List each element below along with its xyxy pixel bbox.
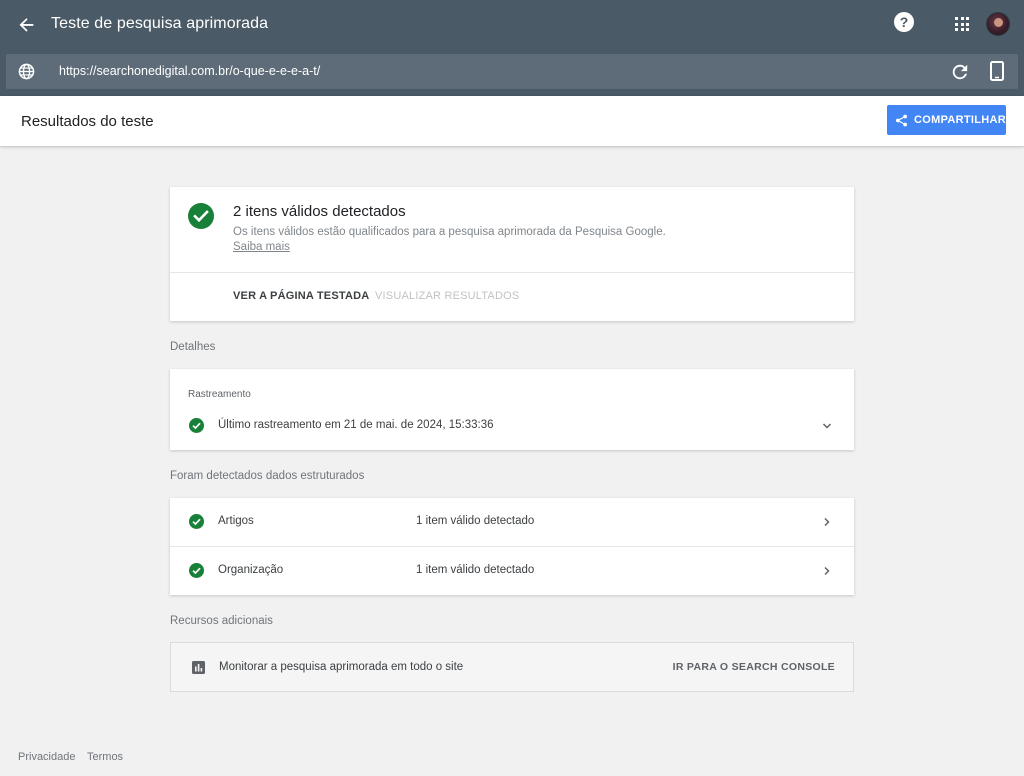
resources-text: Monitorar a pesquisa aprimorada em todo … [219,661,464,673]
privacy-link[interactable]: Privacidade [18,751,75,763]
terms-link[interactable]: Termos [87,751,123,763]
resources-section-label: Recursos adicionais [170,615,273,627]
url-bar: https://searchonedigital.com.br/o-que-e-… [6,54,1018,89]
check-icon [189,418,204,433]
structured-row-organization[interactable]: Organização 1 item válido detectado [170,547,854,595]
structured-type-name: Organização [218,564,284,576]
structured-type-status: 1 item válido detectado [416,515,535,527]
avatar[interactable] [986,12,1010,36]
success-check-icon [188,203,214,229]
help-icon[interactable]: ? [894,12,914,32]
structured-type-name: Artigos [218,515,254,527]
summary-title: 2 itens válidos detectados [233,203,406,220]
chevron-right-icon[interactable] [822,517,832,527]
top-row: Teste de pesquisa aprimorada ? [0,0,1024,50]
page-title: Teste de pesquisa aprimorada [51,15,269,32]
app-bar: Teste de pesquisa aprimorada ? https://s… [0,0,1024,96]
divider [170,272,854,273]
globe-icon [18,63,35,80]
check-icon [189,563,204,578]
apps-grid-icon[interactable] [955,17,969,31]
crawl-label: Rastreamento [188,389,251,400]
chevron-right-icon[interactable] [822,566,832,576]
structured-row-articles[interactable]: Artigos 1 item válido detectado [170,498,854,546]
structured-data-card: Artigos 1 item válido detectado Organiza… [170,498,854,595]
structured-type-status: 1 item válido detectado [416,564,535,576]
details-section-label: Detalhes [170,341,216,353]
summary-card: 2 itens válidos detectados Os itens váli… [170,187,854,321]
share-icon [896,114,907,126]
resources-card: Monitorar a pesquisa aprimorada em todo … [170,642,854,692]
bar-chart-icon [192,661,205,674]
view-tested-page-button[interactable]: VER A PÁGINA TESTADA [233,290,369,302]
url-text[interactable]: https://searchonedigital.com.br/o-que-e-… [59,64,320,78]
results-bar: Resultados do teste COMPARTILHAR [0,96,1024,146]
structured-section-label: Foram detectados dados estruturados [170,470,365,482]
view-results-button: VISUALIZAR RESULTADOS [375,290,520,302]
results-title: Resultados do teste [21,113,154,130]
last-crawl-text: Último rastreamento em 21 de mai. de 202… [218,419,494,431]
summary-description: Os itens válidos estão qualificados para… [233,226,666,238]
check-icon [189,514,204,529]
crawl-card[interactable]: Rastreamento Último rastreamento em 21 d… [170,369,854,450]
share-button[interactable]: COMPARTILHAR [887,105,1006,135]
reload-icon[interactable] [951,63,969,81]
mobile-device-icon[interactable] [989,61,1005,81]
share-label: COMPARTILHAR [914,114,1006,126]
search-console-link[interactable]: IR PARA O SEARCH CONSOLE [673,661,835,673]
learn-more-link[interactable]: Saiba mais [233,241,290,253]
back-arrow-icon[interactable] [15,13,39,37]
chevron-down-icon[interactable] [822,421,832,431]
